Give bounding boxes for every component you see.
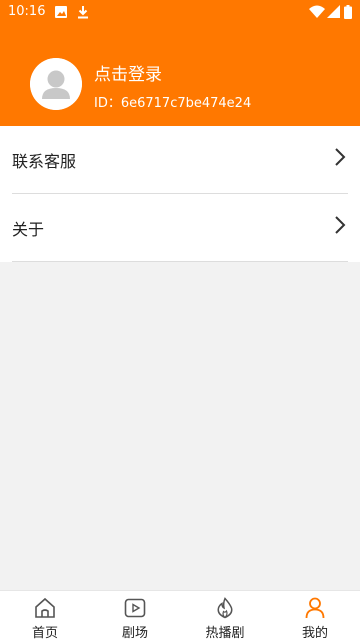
image-icon: [54, 4, 68, 23]
bottom-tab-bar: 首页 剧场 热播剧 我的: [0, 590, 360, 641]
wifi-icon: [309, 4, 325, 23]
battery-icon: [344, 4, 352, 23]
profile-header: 点击登录 ID：6e6717c7be474e24: [0, 24, 360, 126]
user-id-label: ID：6e6717c7be474e24: [94, 96, 252, 111]
home-icon: [34, 597, 56, 623]
tab-label: 我的: [301, 626, 328, 641]
menu-item-about[interactable]: 关于: [0, 194, 360, 261]
tab-label: 热播剧: [205, 626, 245, 641]
status-bar: 10:16: [0, 0, 360, 24]
tab-theater[interactable]: 剧场: [90, 591, 180, 641]
tab-mine[interactable]: 我的: [270, 591, 360, 641]
settings-menu: 联系客服 关于: [0, 126, 360, 262]
chevron-right-icon: [334, 147, 346, 171]
tab-hot-dramas[interactable]: 热播剧: [180, 591, 270, 641]
status-time: 10:16: [8, 4, 46, 19]
flame-icon: [214, 597, 236, 623]
user-avatar-icon[interactable]: [30, 58, 82, 110]
tab-label: 首页: [31, 626, 58, 641]
download-icon: [76, 4, 90, 23]
login-link[interactable]: 点击登录: [94, 60, 162, 85]
menu-item-label: 联系客服: [12, 152, 77, 171]
chevron-right-icon: [334, 215, 346, 239]
tab-home[interactable]: 首页: [0, 591, 90, 641]
menu-divider: [12, 261, 348, 262]
menu-item-label: 关于: [12, 220, 45, 239]
play-icon: [124, 597, 146, 623]
person-icon: [304, 597, 326, 623]
tab-label: 剧场: [121, 626, 148, 641]
menu-item-contact-support[interactable]: 联系客服: [0, 126, 360, 193]
signal-icon: [327, 4, 340, 23]
